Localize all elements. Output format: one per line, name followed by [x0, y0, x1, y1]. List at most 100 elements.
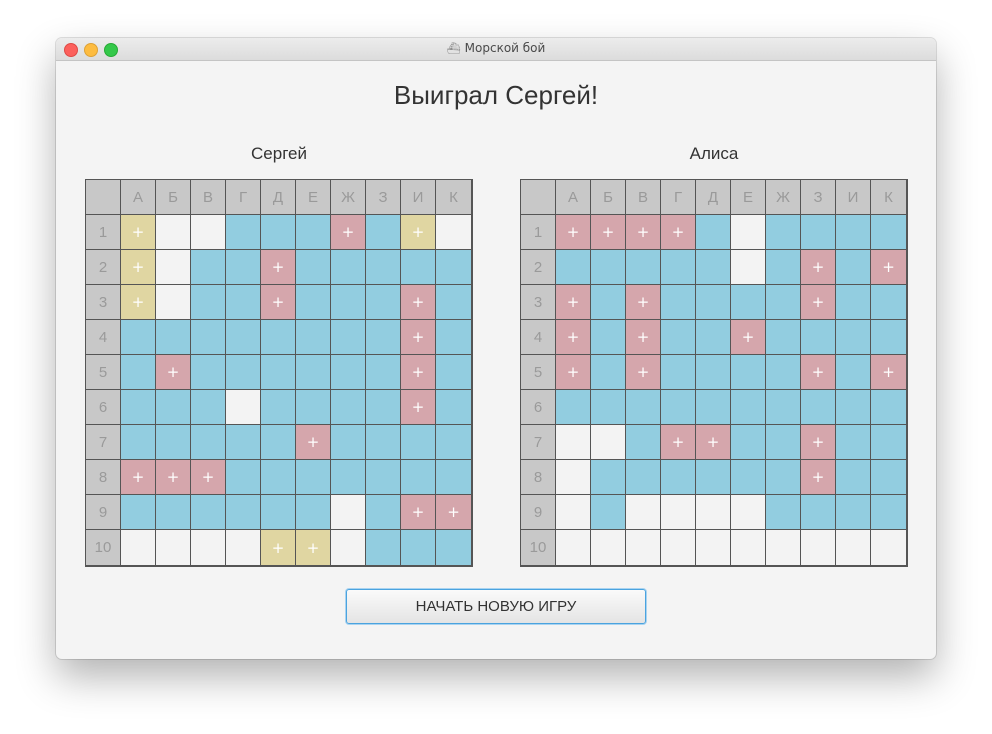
grid-cell[interactable] — [331, 425, 366, 460]
grid-cell[interactable]: + — [801, 355, 836, 390]
grid-cell[interactable] — [401, 425, 436, 460]
grid-cell[interactable] — [331, 530, 366, 565]
grid-cell[interactable] — [731, 355, 766, 390]
grid-cell[interactable] — [226, 250, 261, 285]
grid-cell[interactable] — [591, 250, 626, 285]
grid-cell[interactable] — [226, 495, 261, 530]
grid-cell[interactable] — [661, 495, 696, 530]
grid-cell[interactable]: + — [626, 355, 661, 390]
grid-cell[interactable] — [591, 530, 626, 565]
grid-cell[interactable] — [661, 250, 696, 285]
grid-cell[interactable]: + — [261, 530, 296, 565]
grid-cell[interactable] — [871, 285, 906, 320]
grid-cell[interactable] — [591, 390, 626, 425]
grid-cell[interactable] — [296, 215, 331, 250]
grid-cell[interactable]: + — [401, 320, 436, 355]
grid-cell[interactable] — [591, 285, 626, 320]
grid-cell[interactable] — [261, 215, 296, 250]
grid-cell[interactable] — [731, 460, 766, 495]
grid-cell[interactable] — [696, 530, 731, 565]
grid-cell[interactable] — [191, 425, 226, 460]
grid-cell[interactable] — [156, 425, 191, 460]
grid-cell[interactable] — [331, 285, 366, 320]
grid-cell[interactable] — [226, 460, 261, 495]
grid-cell[interactable]: + — [591, 215, 626, 250]
grid-cell[interactable] — [766, 460, 801, 495]
grid-cell[interactable] — [226, 390, 261, 425]
grid-cell[interactable] — [731, 285, 766, 320]
grid-cell[interactable] — [696, 250, 731, 285]
grid-cell[interactable] — [766, 215, 801, 250]
grid-cell[interactable] — [661, 390, 696, 425]
grid-cell[interactable] — [836, 215, 871, 250]
grid-cell[interactable] — [261, 460, 296, 495]
grid-cell[interactable] — [401, 460, 436, 495]
grid-cell[interactable] — [121, 390, 156, 425]
grid-cell[interactable] — [191, 285, 226, 320]
grid-cell[interactable] — [226, 285, 261, 320]
grid-cell[interactable]: + — [871, 355, 906, 390]
grid-cell[interactable]: + — [661, 215, 696, 250]
grid-cell[interactable] — [366, 355, 401, 390]
grid-cell[interactable]: + — [191, 460, 226, 495]
grid-cell[interactable] — [366, 320, 401, 355]
grid-cell[interactable] — [226, 355, 261, 390]
grid-cell[interactable] — [366, 495, 401, 530]
grid-cell[interactable]: + — [801, 460, 836, 495]
grid-cell[interactable] — [731, 390, 766, 425]
grid-cell[interactable] — [121, 320, 156, 355]
grid-cell[interactable] — [731, 425, 766, 460]
grid-cell[interactable] — [191, 530, 226, 565]
grid-cell[interactable] — [801, 530, 836, 565]
grid-cell[interactable] — [801, 320, 836, 355]
grid-cell[interactable] — [871, 495, 906, 530]
grid-cell[interactable] — [261, 425, 296, 460]
grid-cell[interactable] — [766, 285, 801, 320]
grid-cell[interactable] — [871, 215, 906, 250]
grid-cell[interactable] — [556, 250, 591, 285]
grid-cell[interactable] — [331, 250, 366, 285]
grid-cell[interactable] — [731, 530, 766, 565]
grid-cell[interactable] — [871, 530, 906, 565]
grid-cell[interactable] — [261, 390, 296, 425]
grid-cell[interactable]: + — [626, 320, 661, 355]
grid-cell[interactable]: + — [401, 390, 436, 425]
grid-cell[interactable] — [801, 215, 836, 250]
grid-cell[interactable] — [626, 425, 661, 460]
grid-cell[interactable]: + — [401, 215, 436, 250]
grid-cell[interactable] — [366, 530, 401, 565]
grid-cell[interactable] — [766, 495, 801, 530]
new-game-button[interactable]: НАЧАТЬ НОВУЮ ИГРУ — [346, 589, 646, 624]
grid-cell[interactable] — [401, 530, 436, 565]
grid-cell[interactable] — [226, 215, 261, 250]
grid-cell[interactable] — [331, 390, 366, 425]
grid-cell[interactable]: + — [626, 285, 661, 320]
grid-cell[interactable] — [436, 460, 471, 495]
grid-cell[interactable] — [871, 390, 906, 425]
grid-cell[interactable] — [731, 495, 766, 530]
grid-cell[interactable] — [556, 530, 591, 565]
grid-cell[interactable] — [696, 390, 731, 425]
grid-cell[interactable]: + — [261, 285, 296, 320]
grid-cell[interactable] — [331, 495, 366, 530]
grid-cell[interactable] — [661, 355, 696, 390]
grid-cell[interactable]: + — [556, 355, 591, 390]
grid-cell[interactable]: + — [696, 425, 731, 460]
grid-cell[interactable] — [556, 390, 591, 425]
grid-cell[interactable] — [766, 425, 801, 460]
grid-cell[interactable] — [591, 460, 626, 495]
grid-cell[interactable] — [296, 460, 331, 495]
grid-cell[interactable] — [731, 250, 766, 285]
grid-cell[interactable] — [366, 390, 401, 425]
grid-cell[interactable] — [836, 425, 871, 460]
grid-cell[interactable] — [591, 355, 626, 390]
grid-cell[interactable] — [766, 530, 801, 565]
grid-cell[interactable] — [836, 250, 871, 285]
grid-cell[interactable] — [836, 320, 871, 355]
grid-cell[interactable] — [626, 530, 661, 565]
grid-cell[interactable] — [191, 215, 226, 250]
grid-cell[interactable] — [121, 425, 156, 460]
grid-cell[interactable] — [696, 215, 731, 250]
grid-cell[interactable] — [626, 495, 661, 530]
grid-cell[interactable] — [436, 530, 471, 565]
